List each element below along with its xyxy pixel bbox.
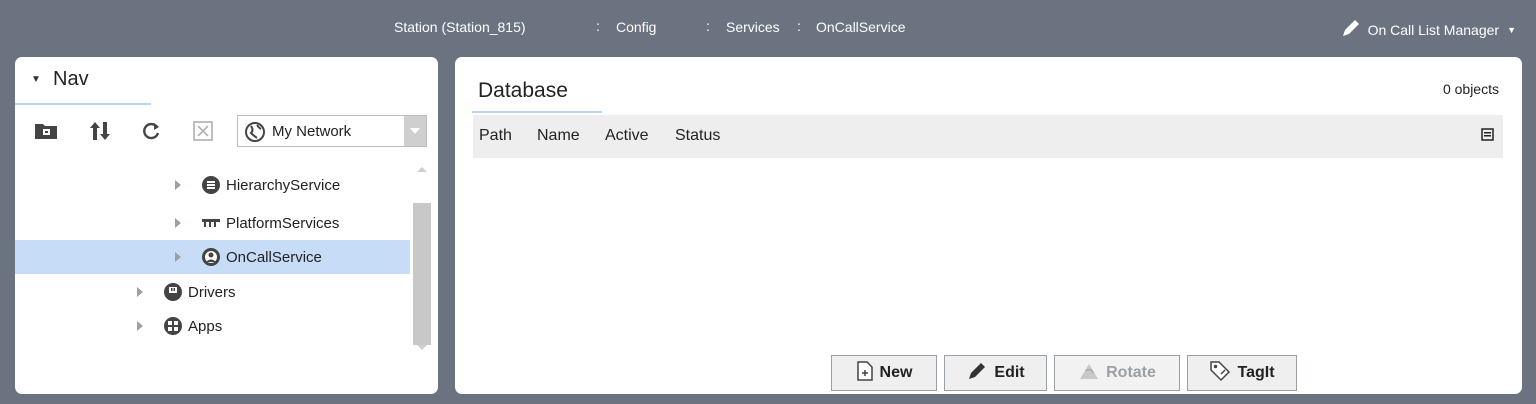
nav-tab[interactable]: ▼ Nav [15,57,151,105]
breadcrumb-separator: : [797,18,801,34]
column-header-status[interactable]: Status [675,127,720,145]
profile-label: On Call List Manager [1367,21,1500,38]
network-select[interactable]: My Network [237,115,427,147]
rotate-icon [1078,361,1100,386]
collapse-icon[interactable]: ▼ [31,74,41,85]
object-count: 0 objects [1442,81,1499,97]
column-header-active[interactable]: Active [605,127,649,145]
close-icon[interactable] [189,117,217,145]
tree-item-apps[interactable]: Apps [137,309,222,343]
rotate-button-label: Rotate [1106,364,1156,381]
breadcrumb-separator: : [706,18,710,34]
pencil-icon [966,360,988,387]
chevron-down-icon[interactable] [404,116,426,146]
nav-panel: ▼ Nav My Network HierarchyService Platfo… [15,57,438,394]
column-header-path[interactable]: Path [479,127,512,145]
column-header-name[interactable]: Name [537,127,580,145]
sort-icon[interactable] [86,117,114,145]
expand-icon[interactable] [137,321,143,331]
apps-icon [163,316,183,336]
platform-icon [201,213,221,233]
breadcrumb-station[interactable]: Station (Station_815) [394,19,526,35]
tree-item-label: HierarchyService [226,176,341,194]
table-header: Path Name Active Status [473,115,1503,158]
tree-item-label: Apps [188,317,223,335]
expand-icon[interactable] [175,180,181,190]
expand-icon[interactable] [175,218,181,228]
tab-database-label: Database [478,79,568,102]
new-folder-icon[interactable] [32,117,60,145]
profile-menu[interactable]: On Call List Manager ▼ [1340,17,1516,42]
oncall-icon [201,247,221,267]
refresh-icon[interactable] [137,117,165,145]
tree-item-label: PlatformServices [226,214,340,232]
breadcrumb-services[interactable]: Services [726,19,780,35]
hierarchy-icon [201,175,221,195]
tree-item-label: OnCallService [226,248,322,266]
tag-icon [1209,360,1231,387]
database-panel: Database 0 objects Path Name Active Stat… [455,57,1522,394]
tree-item-hierarchyservice[interactable]: HierarchyService [175,168,340,202]
scroll-up-icon[interactable] [417,167,427,172]
new-button[interactable]: New [831,355,937,391]
pencil-icon [1340,17,1362,42]
chevron-down-icon: ▼ [1507,24,1516,35]
expand-icon[interactable] [137,287,143,297]
column-chooser-icon[interactable] [1481,128,1495,147]
expand-icon[interactable] [175,252,181,262]
top-bar: Station (Station_815) : Config : Service… [0,0,1536,56]
tree-item-platformservices[interactable]: PlatformServices [175,206,339,240]
tree-item-oncallservice[interactable]: OnCallService [15,240,410,274]
new-button-label: New [879,364,913,381]
nav-scrollbar[interactable] [412,157,432,394]
edit-button-label: Edit [994,364,1025,381]
tagit-button-label: TagIt [1237,364,1275,381]
drivers-icon [163,282,183,302]
breadcrumb-oncallservice[interactable]: OnCallService [816,19,905,35]
rotate-button[interactable]: Rotate [1054,355,1180,391]
network-select-value: My Network [272,123,352,140]
new-document-icon [856,360,874,386]
breadcrumb-separator: : [596,18,600,34]
breadcrumb-config[interactable]: Config [616,19,656,35]
scroll-thumb[interactable] [413,203,431,345]
scroll-down-icon[interactable] [417,345,427,350]
nav-tree: HierarchyService PlatformServices OnCall… [15,157,410,394]
tree-item-drivers[interactable]: Drivers [137,275,236,309]
globe-icon [244,121,266,148]
nav-tab-label: Nav [53,68,89,90]
tree-item-label: Drivers [188,283,236,301]
edit-button[interactable]: Edit [944,355,1047,391]
tab-database[interactable]: Database [472,65,602,113]
tagit-button[interactable]: TagIt [1187,355,1297,391]
